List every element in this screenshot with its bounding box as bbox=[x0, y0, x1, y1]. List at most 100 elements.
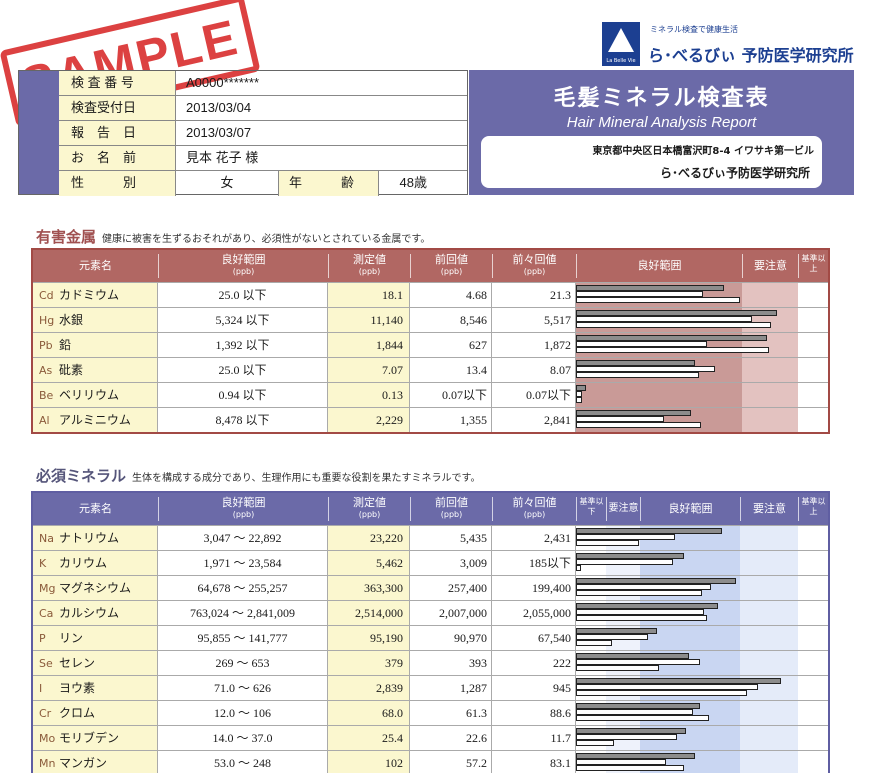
bar-cell bbox=[576, 576, 828, 600]
triangle-icon bbox=[608, 28, 634, 52]
element-name-cell: Mg マグネシウム bbox=[33, 576, 158, 600]
good-range-cell: 5,324 以下 bbox=[158, 308, 328, 332]
table-row: P リン 95,855 〜 141,777 95,190 90,970 67,540 bbox=[33, 625, 828, 650]
sex-label: 性 別 bbox=[59, 171, 176, 196]
th2-caution-high: 要注意 bbox=[740, 497, 798, 521]
element-name-cell: Be ベリリウム bbox=[33, 383, 158, 407]
element-name-cell: Mo モリブデン bbox=[33, 726, 158, 750]
good-range-cell: 25.0 以下 bbox=[158, 358, 328, 382]
prev2-cell: 2,431 bbox=[492, 526, 576, 550]
age-label: 年 齢 bbox=[279, 171, 379, 196]
element-name-cell: K カリウム bbox=[33, 551, 158, 575]
th-caution: 要注意 bbox=[742, 254, 798, 278]
good-range-cell: 1,392 以下 bbox=[158, 333, 328, 357]
prev2-cell: 2,841 bbox=[492, 408, 576, 432]
th2-prev: 前回値 (ppb) bbox=[410, 497, 492, 521]
good-range-cell: 95,855 〜 141,777 bbox=[158, 626, 328, 650]
element-symbol: Pb bbox=[39, 339, 53, 352]
measured-cell: 2,229 bbox=[328, 408, 410, 432]
bar-cell bbox=[576, 601, 828, 625]
th-prev-unit: (ppb) bbox=[440, 267, 463, 276]
th-prev2: 前々回値 (ppb) bbox=[492, 254, 576, 278]
bar-cell bbox=[576, 526, 828, 550]
prev2-bar bbox=[576, 715, 709, 721]
prev-cell: 1,287 bbox=[410, 676, 492, 700]
prev2-cell: 11.7 bbox=[492, 726, 576, 750]
element-name-cell: P リン bbox=[33, 626, 158, 650]
prev2-cell: 1,872 bbox=[492, 333, 576, 357]
element-name: ナトリウム bbox=[59, 531, 120, 545]
good-range-cell: 3,047 〜 22,892 bbox=[158, 526, 328, 550]
measured-cell: 11,140 bbox=[328, 308, 410, 332]
logo-mark-text: La Belle Vie bbox=[606, 58, 636, 64]
id-value: A0000******* bbox=[186, 75, 260, 90]
th2-prev2-unit: (ppb) bbox=[523, 510, 546, 519]
good-range-cell: 1,971 〜 23,584 bbox=[158, 551, 328, 575]
measured-cell: 2,514,000 bbox=[328, 601, 410, 625]
bar-cell bbox=[576, 383, 828, 407]
measured-cell: 95,190 bbox=[328, 626, 410, 650]
element-name-cell: Se セレン bbox=[33, 651, 158, 675]
patient-info: 検 査 番 号 A0000******* 検査受付日 2013/03/04 報 … bbox=[18, 70, 468, 196]
bar-cell bbox=[576, 408, 828, 432]
measured-cell: 0.13 bbox=[328, 383, 410, 407]
report-title-en: Hair Mineral Analysis Report bbox=[566, 114, 757, 131]
prev2-cell: 21.3 bbox=[492, 283, 576, 307]
prev2-cell: 88.6 bbox=[492, 701, 576, 725]
prev2-bar bbox=[576, 690, 747, 696]
info-side-bar bbox=[19, 71, 59, 194]
th2-above: 基準以上 bbox=[798, 497, 828, 521]
prev2-bar bbox=[576, 422, 701, 428]
good-range-cell: 71.0 〜 626 bbox=[158, 676, 328, 700]
good-range-cell: 8,478 以下 bbox=[158, 408, 328, 432]
element-symbol: As bbox=[39, 364, 53, 377]
element-symbol: I bbox=[39, 682, 43, 695]
element-name: 鉛 bbox=[59, 338, 72, 352]
th-range-label: 良好範囲 bbox=[221, 253, 266, 266]
th-range: 良好範囲 (ppb) bbox=[158, 254, 328, 278]
element-name: セレン bbox=[59, 656, 96, 670]
prev2-cell: 67,540 bbox=[492, 626, 576, 650]
element-name-cell: Cr クロム bbox=[33, 701, 158, 725]
element-symbol: Mo bbox=[39, 732, 56, 745]
element-name: カリウム bbox=[59, 556, 108, 570]
table-row: Pb 鉛 1,392 以下 1,844 627 1,872 bbox=[33, 332, 828, 357]
prev2-bar bbox=[576, 297, 740, 303]
element-name-cell: Hg 水銀 bbox=[33, 308, 158, 332]
element-symbol: P bbox=[39, 632, 46, 645]
element-name: モリブデン bbox=[59, 731, 120, 745]
age-value: 48歳 bbox=[399, 175, 427, 190]
th2-prev-unit: (ppb) bbox=[440, 510, 463, 519]
table-row: Mo モリブデン 14.0 〜 37.0 25.4 22.6 11.7 bbox=[33, 725, 828, 750]
harmful-metals-table: 元素名 良好範囲 (ppb) 測定値 (ppb) 前回値 (ppb) 前々回値 (ppb… bbox=[31, 248, 830, 434]
th2-good: 良好範囲 bbox=[640, 497, 740, 521]
element-name: ベリリウム bbox=[59, 388, 120, 402]
good-range-cell: 14.0 〜 37.0 bbox=[158, 726, 328, 750]
prev-cell: 1,355 bbox=[410, 408, 492, 432]
measured-cell: 18.1 bbox=[328, 283, 410, 307]
element-symbol: Mg bbox=[39, 582, 56, 595]
element-symbol: K bbox=[39, 557, 47, 570]
measured-cell: 2,839 bbox=[328, 676, 410, 700]
element-name: ヨウ素 bbox=[59, 681, 96, 695]
th2-measured-label: 測定値 bbox=[353, 496, 386, 509]
prev-cell: 257,400 bbox=[410, 576, 492, 600]
logo-tagline: ミネラル検査で健康生活 bbox=[650, 25, 738, 34]
bar-cell bbox=[576, 551, 828, 575]
prev2-bar bbox=[576, 665, 659, 671]
element-name: リン bbox=[59, 631, 84, 645]
element-name-cell: I ヨウ素 bbox=[33, 676, 158, 700]
good-range-cell: 763,024 〜 2,841,009 bbox=[158, 601, 328, 625]
prev2-bar bbox=[576, 740, 614, 746]
element-name-cell: Mn マンガン bbox=[33, 751, 158, 773]
prev-bar bbox=[576, 559, 673, 565]
bar-cell bbox=[576, 726, 828, 750]
th2-range-unit: (ppb) bbox=[232, 510, 255, 519]
harmful-desc: 健康に被害を生ずるおそれがあり、必須性がないとされている金属です。 bbox=[102, 234, 431, 245]
bar-cell bbox=[576, 651, 828, 675]
element-name: 砒素 bbox=[59, 363, 84, 377]
measured-cell: 1,844 bbox=[328, 333, 410, 357]
table-row: Hg 水銀 5,324 以下 11,140 8,546 5,517 bbox=[33, 307, 828, 332]
institute-address: 東京都中央区日本橋富沢町8-4 イワサキ第一ビル bbox=[592, 146, 814, 157]
title-panel: 毛髪ミネラル検査表 Hair Mineral Analysis Report 東… bbox=[469, 70, 854, 195]
